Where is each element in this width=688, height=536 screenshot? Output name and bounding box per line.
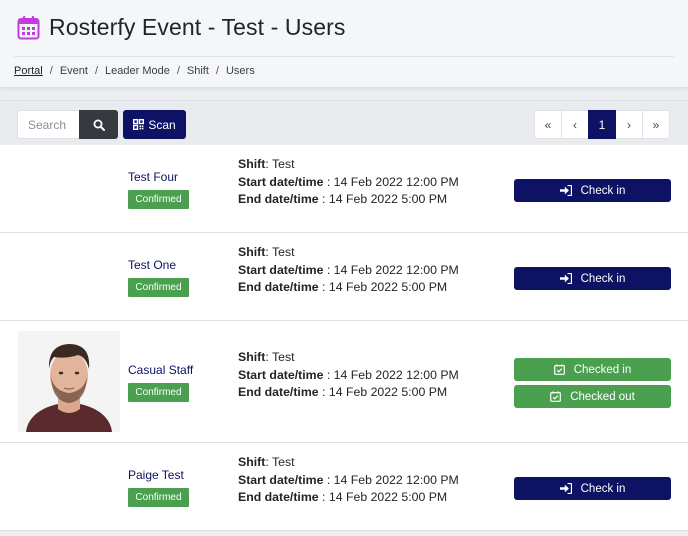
breadcrumb-leader-mode[interactable]: Leader Mode bbox=[105, 65, 170, 77]
user-name[interactable]: Test One bbox=[128, 258, 176, 272]
toolbar: Scan « ‹ 1 › » bbox=[0, 100, 688, 144]
breadcrumb-separator: / bbox=[94, 65, 99, 77]
breadcrumb-shift[interactable]: Shift bbox=[187, 65, 209, 77]
user-photo bbox=[18, 331, 120, 432]
check-in-button[interactable]: Check in bbox=[514, 179, 671, 202]
qr-code-icon bbox=[133, 119, 145, 130]
page-header: Rosterfy Event - Test - Users Portal / E… bbox=[0, 0, 688, 88]
scan-label: Scan bbox=[148, 117, 176, 132]
calendar-icon bbox=[17, 16, 40, 40]
calendar-check-icon bbox=[550, 391, 562, 402]
search-input[interactable] bbox=[17, 110, 79, 139]
shift-line: Shift: Test bbox=[238, 350, 295, 364]
breadcrumb-separator: / bbox=[176, 65, 180, 77]
shift-line: Shift: Test bbox=[238, 455, 295, 469]
list-item: Casual Staff Confirmed Shift: Test Start… bbox=[0, 321, 688, 443]
user-name[interactable]: Test Four bbox=[128, 170, 178, 184]
list-item: Test Four Confirmed Shift: Test Start da… bbox=[0, 145, 688, 233]
check-in-button[interactable]: Check in bbox=[514, 477, 671, 500]
check-in-label: Check in bbox=[580, 272, 626, 285]
breadcrumb-separator: / bbox=[49, 65, 53, 77]
checked-out-label: Checked out bbox=[570, 390, 635, 403]
calendar-check-icon bbox=[553, 364, 565, 375]
shift-line: Shift: Test bbox=[238, 157, 295, 171]
list-item: Test One Confirmed Shift: Test Start dat… bbox=[0, 233, 688, 321]
breadcrumb-users: Users bbox=[225, 65, 255, 77]
scan-button[interactable]: Scan bbox=[123, 110, 186, 139]
pagination-last[interactable]: » bbox=[642, 110, 670, 139]
breadcrumb: Portal / Event / Leader Mode / Shift / U… bbox=[14, 65, 255, 77]
start-line: Start date/time : 14 Feb 2022 12:00 PM bbox=[238, 472, 459, 487]
start-line: Start date/time : 14 Feb 2022 12:00 PM bbox=[238, 262, 459, 277]
pagination-page-1[interactable]: 1 bbox=[588, 110, 616, 139]
shift-line: Shift: Test bbox=[238, 245, 295, 259]
user-name[interactable]: Paige Test bbox=[128, 468, 184, 482]
sign-in-icon bbox=[559, 483, 572, 494]
shift-info: Shift: Test Start date/time : 14 Feb 202… bbox=[238, 156, 459, 209]
start-line: Start date/time : 14 Feb 2022 12:00 PM bbox=[238, 174, 459, 189]
checked-in-label: Checked in bbox=[573, 363, 632, 376]
breadcrumb-separator: / bbox=[215, 65, 219, 77]
search-icon bbox=[93, 119, 105, 131]
shift-info: Shift: Test Start date/time : 14 Feb 202… bbox=[238, 454, 459, 507]
breadcrumb-event[interactable]: Event bbox=[60, 65, 88, 77]
title-row: Rosterfy Event - Test - Users bbox=[17, 14, 345, 41]
start-line: Start date/time : 14 Feb 2022 12:00 PM bbox=[238, 367, 459, 382]
sign-in-icon bbox=[559, 185, 572, 196]
status-badge: Confirmed bbox=[128, 190, 189, 209]
list-item: Paige Test Confirmed Shift: Test Start d… bbox=[0, 443, 688, 531]
avatar bbox=[18, 331, 120, 432]
sign-in-icon bbox=[559, 273, 572, 284]
shift-info: Shift: Test Start date/time : 14 Feb 202… bbox=[238, 244, 459, 297]
checked-in-button[interactable]: Checked in bbox=[514, 358, 671, 381]
end-line: End date/time : 14 Feb 2022 5:00 PM bbox=[238, 280, 448, 294]
user-name[interactable]: Casual Staff bbox=[128, 363, 193, 377]
end-line: End date/time : 14 Feb 2022 5:00 PM bbox=[238, 385, 448, 399]
search-button[interactable] bbox=[79, 110, 118, 139]
end-line: End date/time : 14 Feb 2022 5:00 PM bbox=[238, 490, 448, 504]
end-line: End date/time : 14 Feb 2022 5:00 PM bbox=[238, 192, 448, 206]
pagination-next[interactable]: › bbox=[615, 110, 643, 139]
status-badge: Confirmed bbox=[128, 383, 189, 402]
pagination: « ‹ 1 › » bbox=[534, 110, 670, 139]
check-in-label: Check in bbox=[580, 184, 626, 197]
checked-out-button[interactable]: Checked out bbox=[514, 385, 671, 408]
header-divider bbox=[14, 56, 674, 57]
pagination-prev[interactable]: ‹ bbox=[561, 110, 589, 139]
pagination-first[interactable]: « bbox=[534, 110, 562, 139]
check-in-button[interactable]: Check in bbox=[514, 267, 671, 290]
status-badge: Confirmed bbox=[128, 278, 189, 297]
shift-info: Shift: Test Start date/time : 14 Feb 202… bbox=[238, 349, 459, 402]
check-in-label: Check in bbox=[580, 482, 626, 495]
page-title: Rosterfy Event - Test - Users bbox=[49, 14, 346, 40]
breadcrumb-portal[interactable]: Portal bbox=[14, 65, 43, 77]
status-badge: Confirmed bbox=[128, 488, 189, 507]
